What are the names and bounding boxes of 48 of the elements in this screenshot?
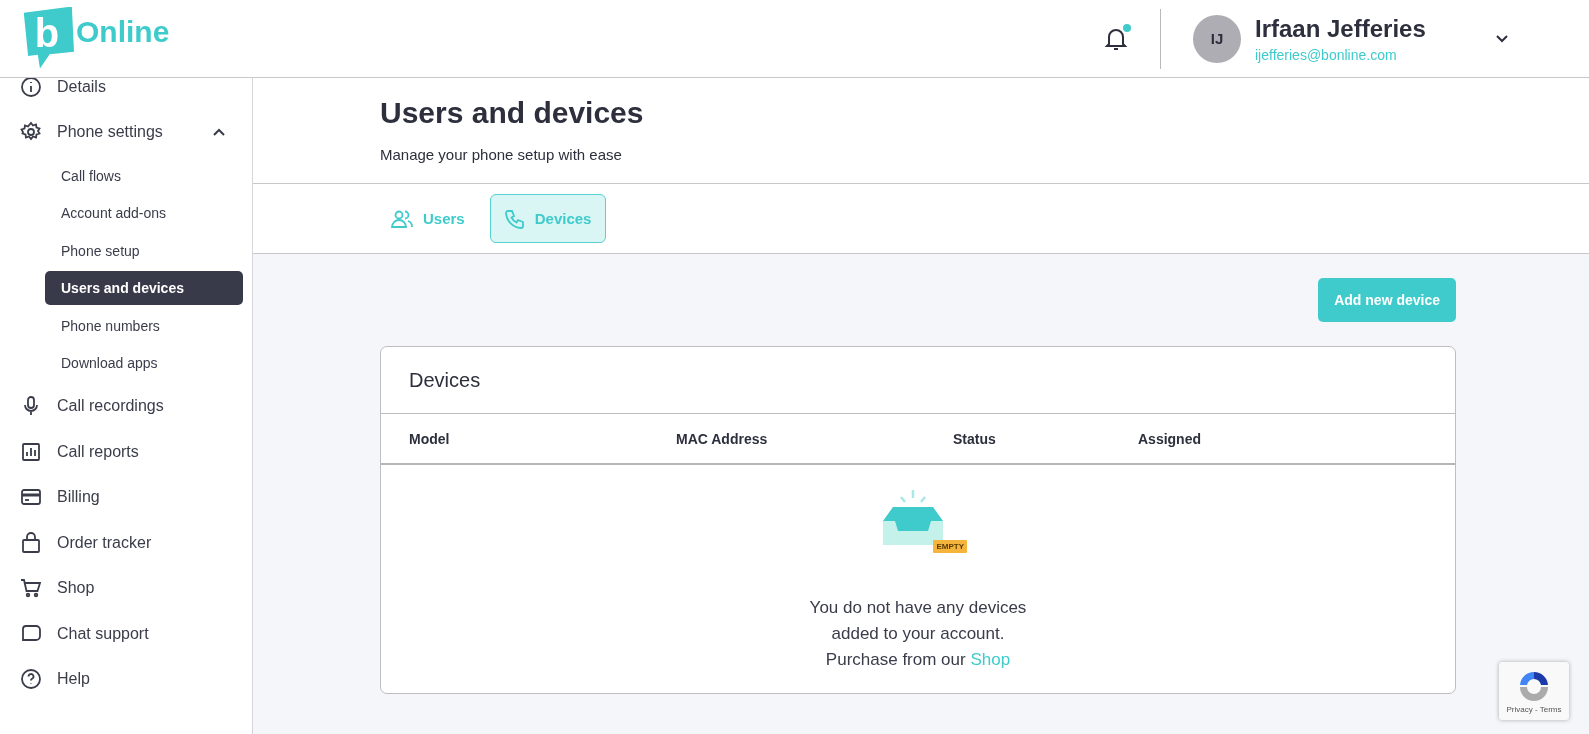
nav-label: Help	[57, 670, 91, 689]
nav-label: Call recordings	[57, 397, 165, 416]
nav-subitem[interactable]: Phone setup	[45, 233, 243, 268]
chevron-icon[interactable]	[212, 127, 226, 138]
card-title: Devices	[381, 347, 1455, 414]
nav-subitem[interactable]: Download apps	[45, 346, 243, 380]
logo-wordmark: Online	[76, 14, 170, 49]
empty-message: You do not have any devices added to your account. Purchase from our Shop	[808, 597, 1028, 671]
column-header: Status	[953, 430, 997, 447]
bag-icon	[20, 531, 42, 554]
nav-label: Phone settings	[57, 123, 164, 142]
column-header: Assigned	[1138, 430, 1202, 447]
nav-item[interactable]: Phone settings	[0, 109, 252, 155]
column-header: MAC Address	[676, 430, 769, 447]
nav-label: Chat support	[57, 624, 150, 643]
user-name: Irfaan Jefferies	[1255, 14, 1427, 43]
column-header: Model	[409, 430, 451, 447]
nav-item[interactable]: Call recordings	[0, 383, 252, 429]
avatar: IJ	[1193, 14, 1241, 63]
chart-icon	[20, 440, 42, 463]
empty-tag: EMPTY	[933, 540, 967, 553]
nav-item[interactable]: Order tracker	[0, 520, 252, 566]
page-subtitle: Manage your phone setup with ease	[380, 146, 623, 163]
nav-subitem[interactable]: Phone numbers	[45, 308, 243, 343]
help-icon	[20, 668, 42, 691]
privacy-terms-link[interactable]: Privacy - Terms	[1506, 704, 1562, 714]
chevron-down-icon[interactable]	[1495, 33, 1509, 44]
nav-label: Shop	[57, 579, 96, 598]
empty-inbox-icon	[881, 487, 945, 545]
cart-icon	[20, 577, 42, 600]
nav-item[interactable]: Call reports	[0, 429, 252, 475]
nav-subitem[interactable]: Call flows	[45, 158, 243, 193]
nav-item[interactable]: Shop	[0, 565, 252, 611]
nav-label: Billing	[57, 488, 101, 507]
page-title: Users and devices	[380, 96, 645, 130]
phone-icon	[504, 208, 525, 229]
nav-subitem[interactable]: Account add-ons	[45, 196, 243, 230]
nav-subitem[interactable]: Users and devices	[45, 271, 243, 305]
nav-item[interactable]: Help	[0, 656, 252, 702]
users-icon	[391, 208, 413, 229]
info-icon	[20, 78, 42, 98]
nav-item[interactable]: Details	[0, 78, 252, 110]
nav-label: Order tracker	[57, 533, 153, 552]
nav-item[interactable]: Chat support	[0, 611, 252, 657]
nav-label: Details	[57, 78, 107, 96]
nav-item[interactable]: Billing	[0, 474, 252, 520]
user-email: ijefferies@bonline.com	[1255, 46, 1398, 63]
nav-label: Call reports	[57, 442, 140, 461]
